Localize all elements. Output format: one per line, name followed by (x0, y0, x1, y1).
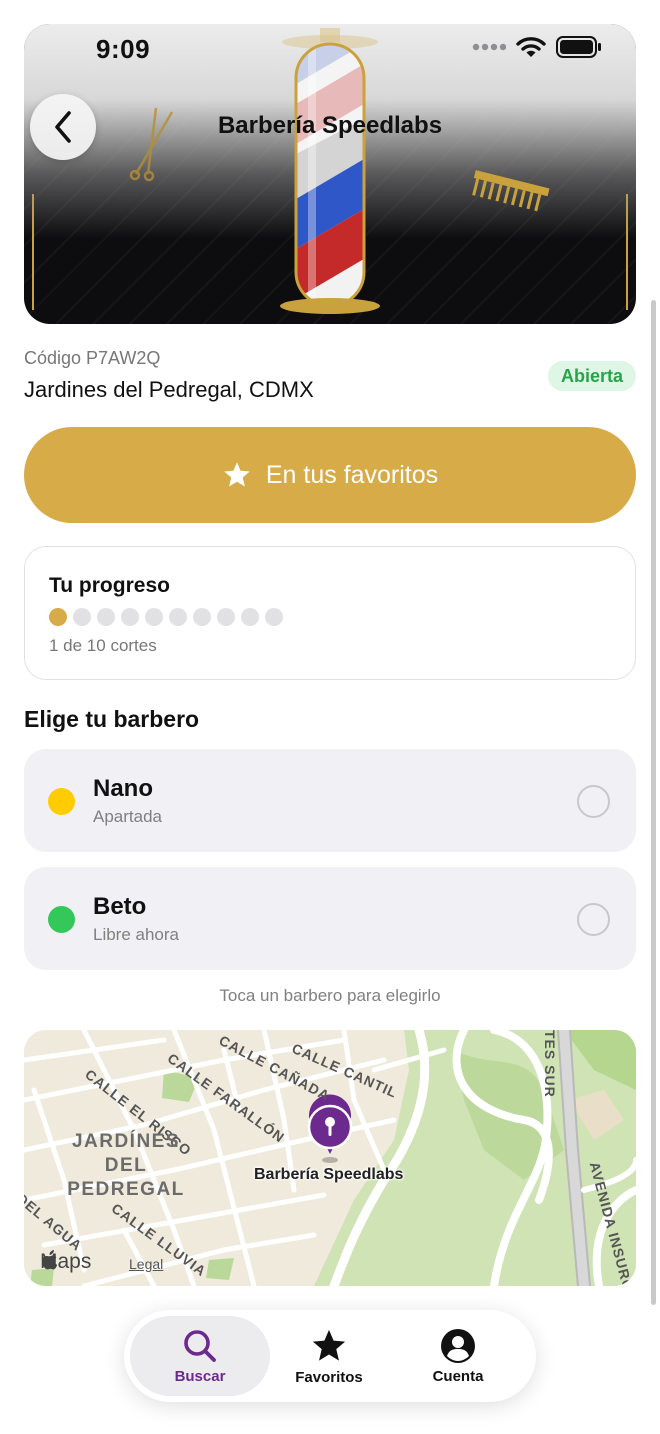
progress-dot (145, 608, 163, 626)
shop-address: Jardines del Pedregal, CDMX (24, 377, 314, 402)
progress-dot (193, 608, 211, 626)
progress-dots (49, 608, 283, 626)
tab-buscar[interactable]: Buscar (130, 1316, 270, 1396)
hero-image (24, 24, 636, 324)
barber-hint: Toca un barbero para elegirlo (219, 986, 441, 1005)
map-pin-icon (307, 1094, 353, 1163)
progress-dot (265, 608, 283, 626)
progress-text: 1 de 10 cortes (49, 636, 157, 655)
favorite-button-label: En tus favoritos (265, 460, 439, 489)
progress-dot (97, 608, 115, 626)
tab-label: Cuenta (432, 1367, 484, 1385)
barber-status-dot (48, 906, 75, 933)
wifi-icon (516, 37, 546, 57)
barber-name: Beto (93, 893, 147, 920)
barber-name: Nano (93, 775, 153, 802)
radio-button[interactable] (577, 785, 610, 818)
progress-dot (169, 608, 187, 626)
legal-link[interactable]: Legal (129, 1256, 163, 1272)
cellular-signal-icon (472, 43, 506, 51)
favorite-button[interactable]: En tus favoritos (24, 427, 636, 523)
progress-dot (217, 608, 235, 626)
barber-option-nano[interactable]: Nano Apartada (24, 749, 636, 852)
progress-dot (49, 608, 67, 626)
page-title: Barbería Speedlabs (217, 112, 443, 139)
account-icon (441, 1328, 475, 1363)
status-bar-icons (472, 36, 602, 58)
search-icon (184, 1329, 216, 1362)
star-icon (312, 1329, 346, 1361)
tab-label: Favoritos (295, 1368, 363, 1386)
maps-attribution: Maps (40, 1250, 91, 1274)
progress-dot (121, 608, 139, 626)
scrollbar[interactable] (651, 300, 656, 1305)
tab-favoritos[interactable]: Favoritos (270, 1316, 388, 1396)
barber-status: Libre ahora (93, 925, 180, 944)
barber-status: Apartada (93, 807, 162, 826)
battery-icon (556, 36, 601, 58)
map-district-label: JARDÍNES DEL PEDREGAL (67, 1131, 185, 1200)
progress-title: Tu progreso (49, 574, 170, 597)
shop-code: Código P7AW2Q (24, 348, 161, 368)
map-view[interactable]: CALLE CAÑADA CALLE CANTIL CALLE EL RISCO… (24, 1030, 636, 1286)
status-badge: Abierta (547, 361, 636, 391)
barbers-section-title: Elige tu barbero (24, 706, 200, 732)
barber-pole-illustration (129, 28, 550, 314)
tab-bar: Buscar Favoritos Cuenta (124, 1310, 536, 1402)
radio-button[interactable] (577, 903, 610, 936)
comb-illustration (472, 170, 550, 212)
status-bar-time: 9:09 (96, 34, 151, 64)
barber-option-beto[interactable]: Beto Libre ahora (24, 867, 636, 970)
star-icon (224, 462, 250, 487)
progress-card: Tu progreso 1 de 10 cortes (24, 546, 636, 680)
tab-label: Buscar (174, 1367, 226, 1385)
tab-cuenta[interactable]: Cuenta (400, 1316, 516, 1396)
barber-status-dot (48, 788, 75, 815)
progress-dot (241, 608, 259, 626)
map-pin-label: Barbería Speedlabs (254, 1166, 404, 1183)
street-label: TES SUR (542, 1030, 558, 1098)
apple-logo-icon (42, 1250, 58, 1270)
progress-dot (73, 608, 91, 626)
